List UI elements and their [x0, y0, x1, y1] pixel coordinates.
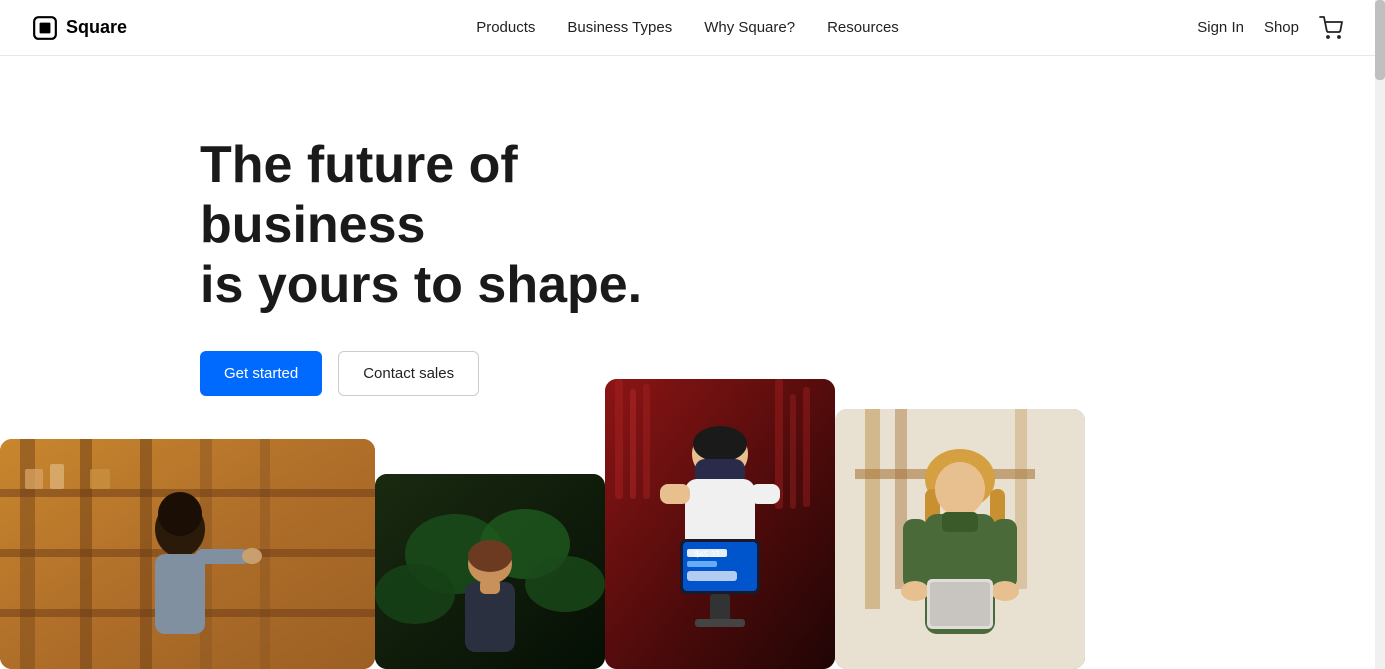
image-woman-workshop — [835, 409, 1085, 669]
image-man-plants — [375, 474, 605, 669]
scrollbar-thumb[interactable] — [1375, 0, 1385, 80]
hero-title: The future of business is yours to shape… — [200, 136, 700, 315]
sign-in-link[interactable]: Sign In — [1197, 19, 1244, 36]
square-logo-icon — [32, 15, 58, 41]
nav-link-resources[interactable]: Resources — [827, 19, 899, 36]
logo-text: Square — [66, 17, 127, 38]
nav-link-products[interactable]: Products — [476, 19, 535, 36]
scrollbar-track[interactable] — [1375, 0, 1385, 669]
image-woman-shelves — [0, 439, 375, 669]
svg-text:$45.33: $45.33 — [695, 550, 720, 559]
image-collage: $45.33 — [0, 359, 1385, 669]
nav-link-why-square[interactable]: Why Square? — [704, 19, 795, 36]
shop-link[interactable]: Shop — [1264, 19, 1299, 36]
navbar: Square Products Business Types Why Squar… — [0, 0, 1375, 56]
hero-section: The future of business is yours to shape… — [200, 136, 700, 396]
image-man-tablet: $45.33 — [605, 379, 835, 669]
cart-icon[interactable] — [1319, 16, 1343, 40]
nav-left: Square — [32, 15, 127, 41]
nav-right: Sign In Shop — [1197, 16, 1343, 40]
logo-link[interactable]: Square — [32, 15, 127, 41]
nav-center: Products Business Types Why Square? Reso… — [476, 19, 899, 36]
main-content: The future of business is yours to shape… — [0, 56, 1385, 669]
nav-link-business-types[interactable]: Business Types — [567, 19, 672, 36]
